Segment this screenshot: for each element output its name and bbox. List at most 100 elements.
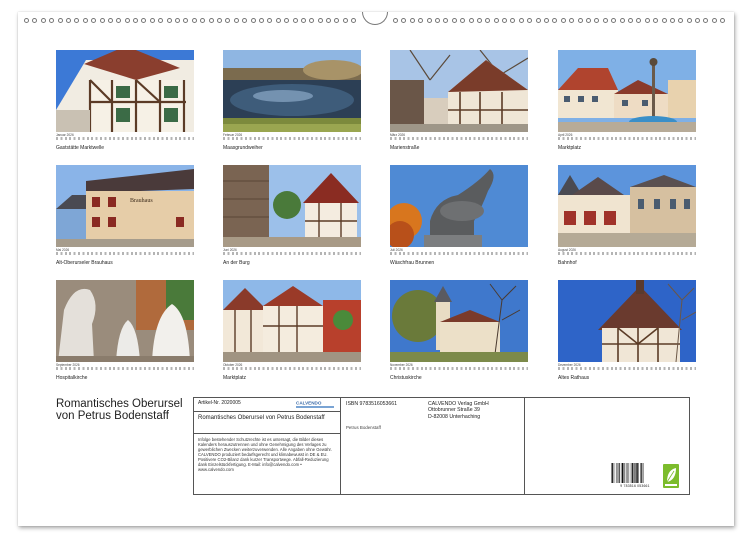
binding-ring <box>233 18 239 23</box>
mini-calendar: August 2026 <box>558 248 696 256</box>
binding-ring <box>275 18 281 23</box>
month-preview: Oktober 2026 Marktplatz <box>223 280 361 390</box>
mini-calendar: November 2026 <box>390 363 528 371</box>
svg-text:CALVENDO: CALVENDO <box>296 401 322 406</box>
photo-caption: Altes Rathaus <box>558 375 590 381</box>
binding-ring <box>225 18 231 23</box>
mini-calendar: Oktober 2026 <box>223 363 361 371</box>
barcode-bar <box>638 463 639 483</box>
month-preview: Februar 2026 Maasgrundweiher <box>223 50 361 160</box>
binding-ring <box>619 18 625 23</box>
imprint-column-publisher: CALVENDO Verlag GmbH Ottobrunner Straße … <box>426 398 524 494</box>
mini-calendar: Januar 2026 <box>56 133 194 141</box>
mini-calendar-days <box>56 367 194 370</box>
photo-caption: Marienstraße <box>390 145 420 151</box>
mini-calendar: April 2026 <box>558 133 696 141</box>
photo-market-square <box>558 50 696 132</box>
mini-calendar-days <box>390 137 528 140</box>
binding-ring <box>107 18 113 23</box>
author-name: Petrus Bodenstaff <box>346 425 381 430</box>
month-preview: Juni 2026 An der Burg <box>223 165 361 275</box>
binding-ring <box>309 18 315 23</box>
mini-calendar-days <box>558 137 696 140</box>
binding-ring <box>544 18 550 23</box>
binding-ring <box>57 18 63 23</box>
binding-ring <box>74 18 80 23</box>
photo-castle-street <box>223 165 361 247</box>
binding-ring <box>116 18 122 23</box>
mini-calendar: Februar 2026 <box>223 133 361 141</box>
publisher-street: Ottobrunner Straße 39 <box>428 407 480 414</box>
month-preview: Januar 2026 Gaststätte Marktwelle <box>56 50 194 160</box>
calendar-title-small: Romantisches Oberursel von Petrus Bodens… <box>194 412 340 434</box>
binding-ring <box>124 18 130 23</box>
binding-ring <box>267 18 273 23</box>
binding-ring <box>460 18 466 23</box>
barcode-bar <box>641 463 643 483</box>
month-preview: April 2026 Marktplatz <box>558 50 696 160</box>
binding-ring <box>149 18 155 23</box>
mini-calendar-days <box>56 252 194 255</box>
binding-ring <box>242 18 248 23</box>
binding-ring <box>434 18 440 23</box>
barcode-bar <box>635 463 636 483</box>
photo-caption: Bahnhof <box>558 260 577 266</box>
mini-calendar-days <box>56 137 194 140</box>
month-preview-grid: Januar 2026 Gaststätte Marktwelle Februa… <box>56 50 696 390</box>
photo-caption: Alt-Oberurseler Brauhaus <box>56 260 113 266</box>
binding-ring <box>200 18 206 23</box>
mini-calendar: Juli 2026 <box>390 248 528 256</box>
svg-text:Brauhaus: Brauhaus <box>130 198 153 204</box>
binding-ring <box>351 18 357 23</box>
month-preview: September 2026 Hospitalkirche <box>56 280 194 390</box>
binding-ring <box>292 18 298 23</box>
barcode-bar <box>633 463 635 483</box>
barcode-bar <box>615 463 617 483</box>
photo-station <box>558 165 696 247</box>
binding-ring <box>720 18 726 23</box>
binding-ring <box>317 18 323 23</box>
barcode-bar <box>624 463 625 483</box>
binding-ring <box>594 18 600 23</box>
publisher-address: CALVENDO Verlag GmbH Ottobrunner Straße … <box>428 401 489 420</box>
binding-ring <box>65 18 71 23</box>
binding-ring <box>32 18 38 23</box>
calendar-hanger <box>362 12 388 25</box>
barcode-bar <box>631 463 633 483</box>
photo-brewery: Brauhaus <box>56 165 194 247</box>
imprint-table: Artikel-Nr. 2020005 CALVENDO Romantische… <box>193 397 690 495</box>
mini-calendar-days <box>390 252 528 255</box>
month-preview: Brauhaus Mai 2026 Alt-Oberurseler Brauha… <box>56 165 194 275</box>
mini-calendar-days <box>223 137 361 140</box>
calendar-back-cover: Januar 2026 Gaststätte Marktwelle Februa… <box>18 12 734 526</box>
article-number: Artikel-Nr. 2020005 <box>198 400 241 406</box>
barcode-bar <box>636 463 638 483</box>
binding-ring <box>258 18 264 23</box>
binding-ring <box>175 18 181 23</box>
month-preview: Juli 2026 Wäschfrau Brunnen <box>390 165 528 275</box>
photo-caption: Marktplatz <box>558 145 582 151</box>
barcode-bar <box>613 463 615 483</box>
binding-ring <box>678 18 684 23</box>
calendar-title: Romantisches Oberursel von Petrus Bodens… <box>56 398 183 422</box>
isbn: ISBN 9783516053661 <box>346 401 398 407</box>
mini-calendar-days <box>223 252 361 255</box>
barcode-bar <box>618 463 620 483</box>
binding-ring <box>40 18 46 23</box>
month-preview: November 2026 Christuskirche <box>390 280 528 390</box>
barcode-bar <box>620 463 622 483</box>
binding-ring <box>334 18 340 23</box>
imprint-column-barcode: 9 783516 053661 <box>524 398 689 494</box>
barcode-bar <box>622 463 624 483</box>
barcode-bar <box>642 463 644 483</box>
binding-ring <box>141 18 147 23</box>
binding-ring <box>401 18 407 23</box>
article-row: Artikel-Nr. 2020005 CALVENDO <box>194 398 340 412</box>
binding-ring <box>602 18 608 23</box>
photo-caption: Gaststätte Marktwelle <box>56 145 105 151</box>
barcode-bar <box>640 463 641 483</box>
binding-ring <box>250 18 256 23</box>
binding-ring <box>560 18 566 23</box>
barcode-bar <box>630 463 632 483</box>
photo-washerwoman-fountain <box>390 165 528 247</box>
